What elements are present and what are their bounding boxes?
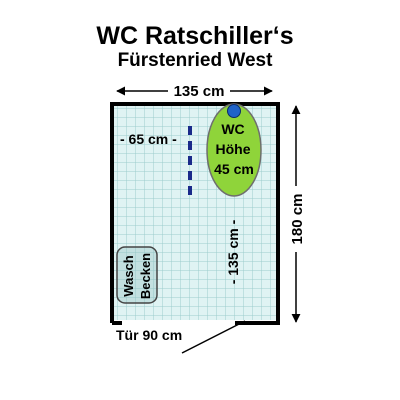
width-label: 135 cm xyxy=(174,83,225,100)
flush-button-icon xyxy=(227,104,241,118)
inner-width-label: - 65 cm - xyxy=(120,131,177,147)
inner-height-label: - 135 cm - xyxy=(225,219,241,284)
door-label: Tür 90 cm xyxy=(116,327,182,343)
floor-plan: 135 cm 180 cm Tür 90 cm - 65 cm - - 135 … xyxy=(110,79,308,354)
wc-label-line2: Höhe xyxy=(216,141,251,157)
sink-label-line1: Wasch xyxy=(121,255,136,296)
door xyxy=(181,320,246,354)
height-label: 180 cm xyxy=(289,194,306,245)
wc-label-line3: 45 cm xyxy=(214,161,254,177)
wc-label-line1: WC xyxy=(221,121,244,137)
sink-label-line2: Becken xyxy=(138,253,153,299)
